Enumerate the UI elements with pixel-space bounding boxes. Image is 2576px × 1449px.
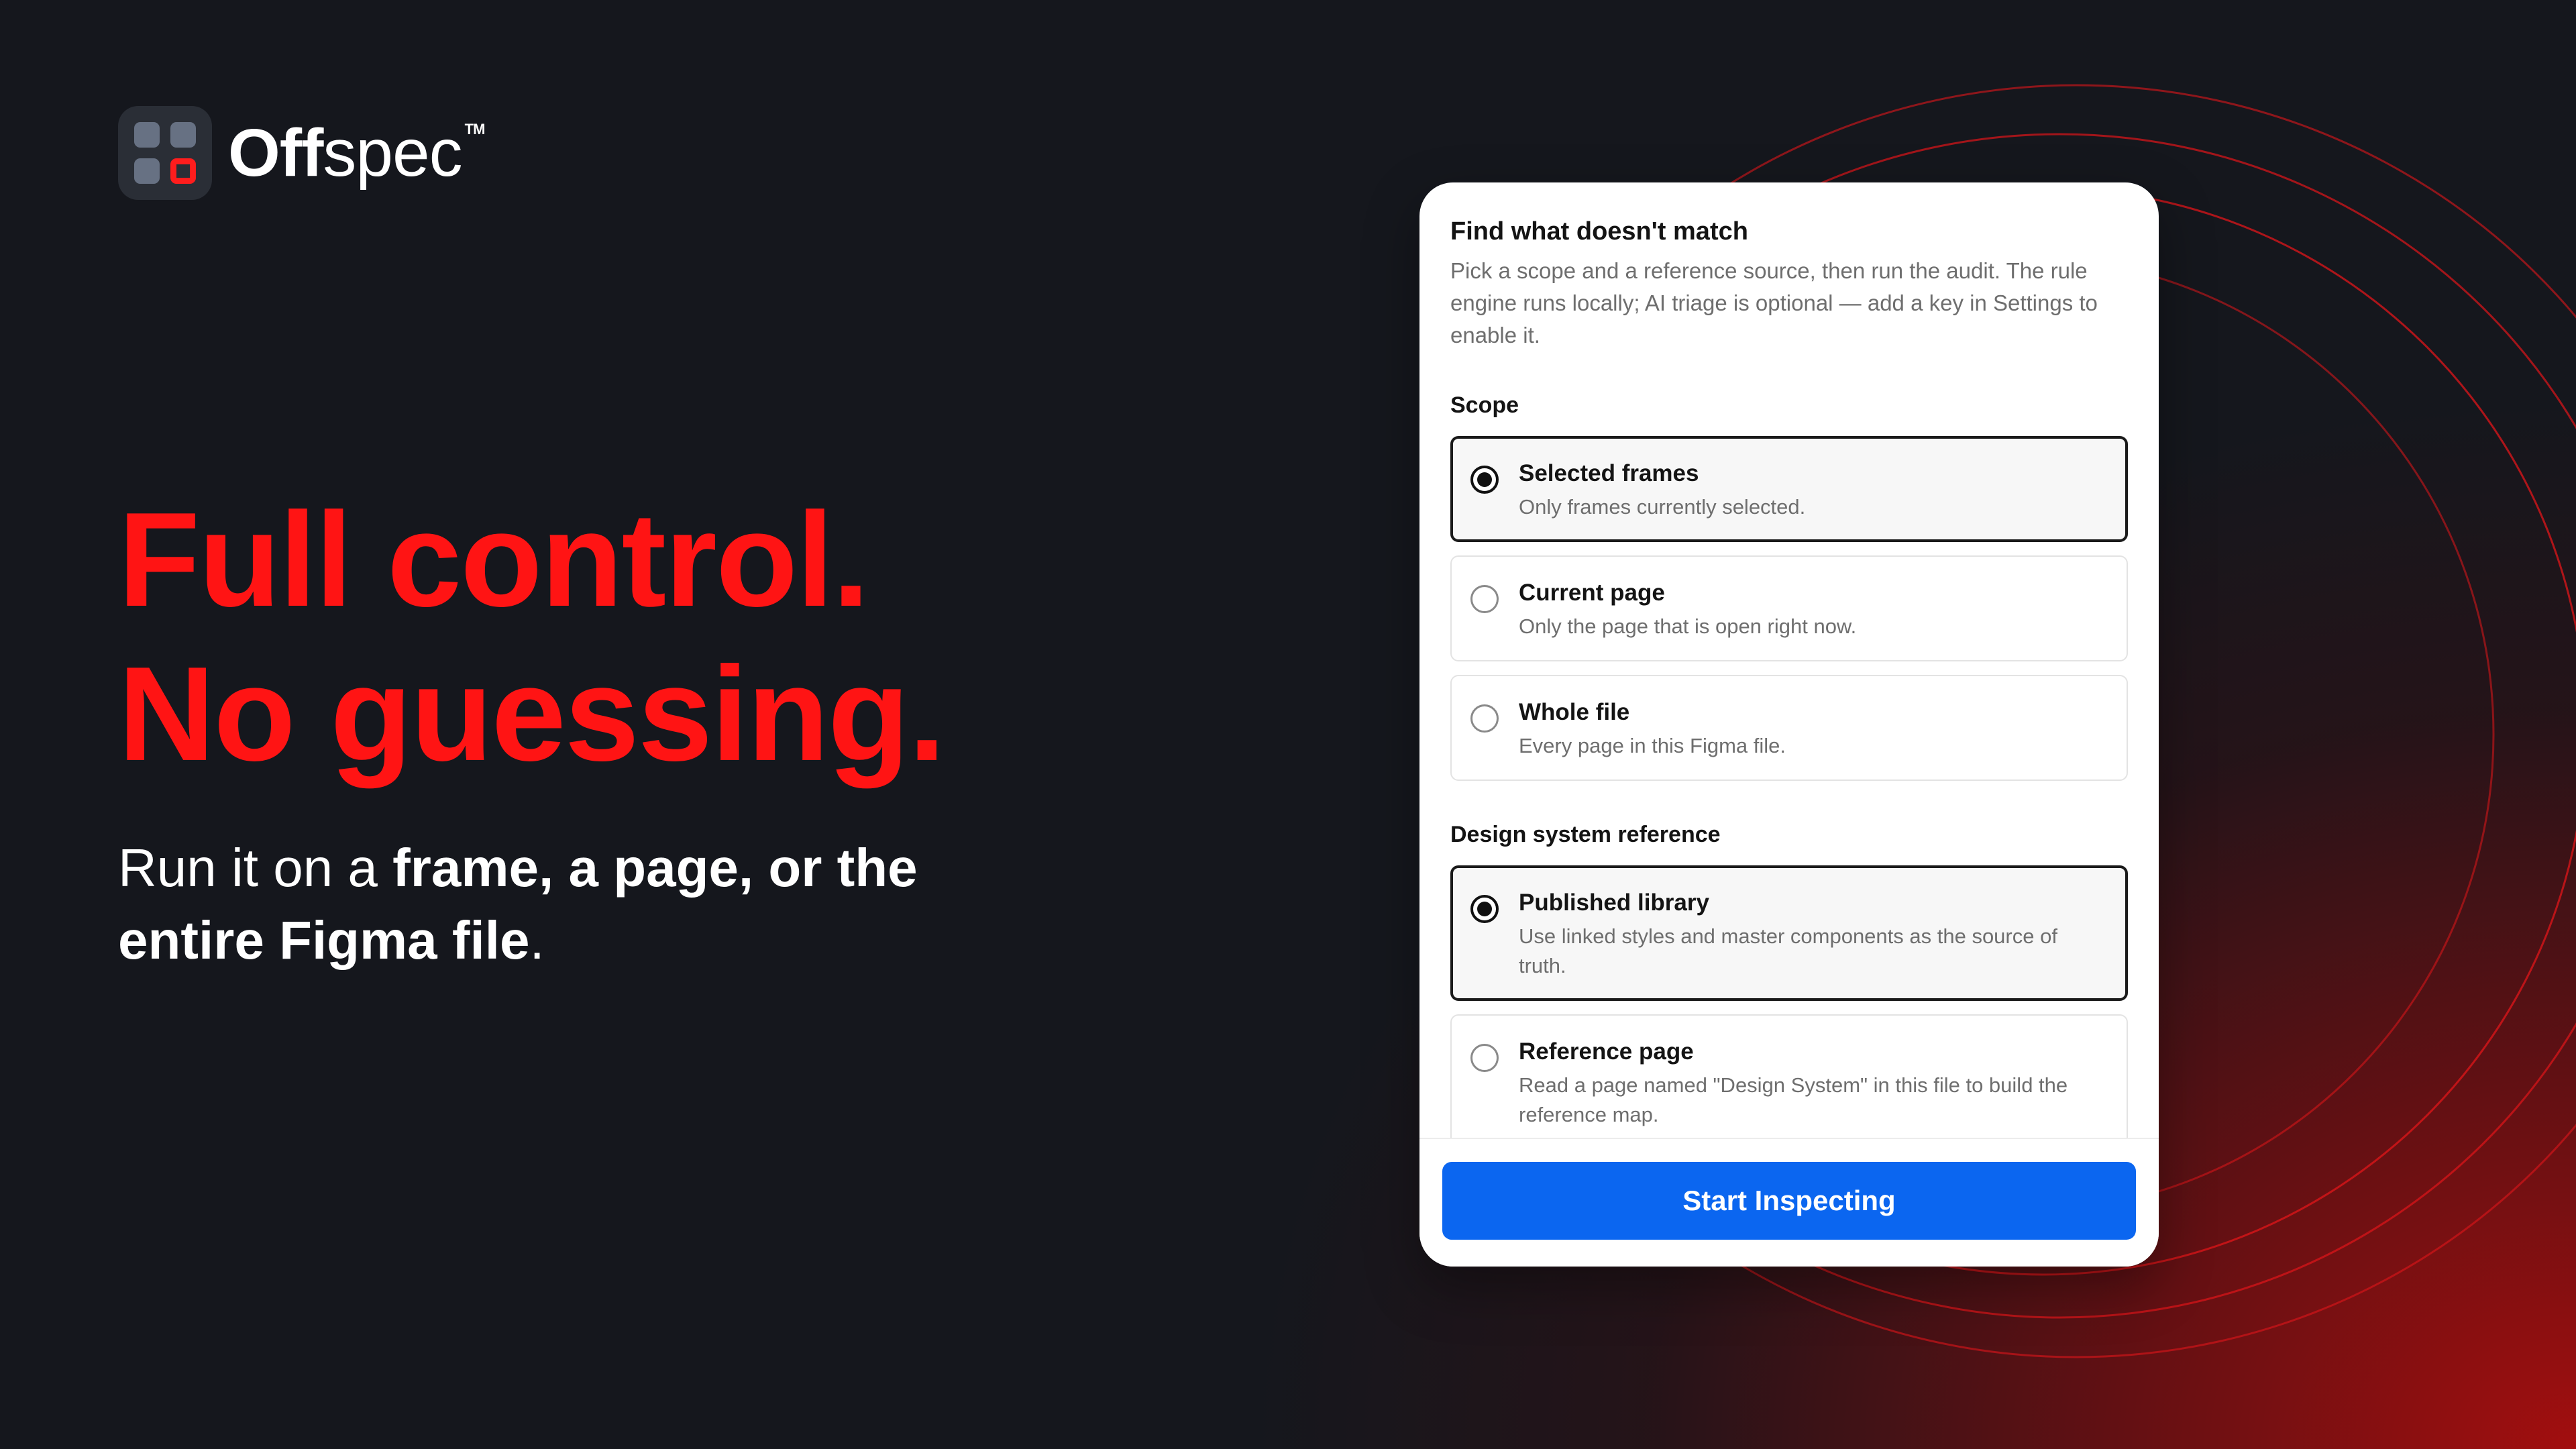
panel-scroll-area[interactable]: Find what doesn't match Pick a scope and…: [1450, 182, 2128, 1139]
radio-unchecked-icon[interactable]: [1470, 704, 1499, 733]
hero-subline: Run it on a frame, a page, or the entire…: [118, 832, 1044, 977]
option-title: Selected frames: [1519, 460, 1699, 486]
inspect-panel: Find what doesn't match Pick a scope and…: [1419, 182, 2159, 1267]
option-description: Only frames currently selected.: [1519, 495, 1806, 519]
option-title: Current page: [1519, 580, 1665, 606]
trademark-mark: TM: [464, 121, 486, 138]
brand-name-light: spec: [323, 115, 462, 191]
option-description: Read a page named "Design System" in thi…: [1519, 1073, 2068, 1126]
radio-checked-icon[interactable]: [1470, 466, 1499, 494]
radio-unchecked-icon[interactable]: [1470, 585, 1499, 613]
scope-option-current-page[interactable]: Current page Only the page that is open …: [1450, 555, 2128, 661]
scope-option-whole-file[interactable]: Whole file Every page in this Figma file…: [1450, 675, 2128, 781]
option-title: Published library: [1519, 890, 1709, 916]
reference-options: Published library Use linked styles and …: [1450, 865, 2128, 1139]
brand-name: Off spec TM: [228, 115, 486, 191]
scope-options: Selected frames Only frames currently se…: [1450, 436, 2128, 781]
reference-label: Design system reference: [1450, 822, 1721, 847]
panel-description: Pick a scope and a reference source, the…: [1450, 258, 2098, 347]
option-title: Whole file: [1519, 699, 1630, 725]
option-description: Every page in this Figma file.: [1519, 734, 1786, 757]
start-inspecting-button[interactable]: Start Inspecting: [1442, 1162, 2136, 1240]
panel-footer: Start Inspecting: [1419, 1138, 2159, 1267]
brand: Off spec TM: [118, 106, 486, 200]
scope-option-selected-frames[interactable]: Selected frames Only frames currently se…: [1450, 436, 2128, 542]
scope-label: Scope: [1450, 392, 1519, 418]
option-description: Use linked styles and master components …: [1519, 924, 2057, 977]
radio-checked-icon[interactable]: [1470, 895, 1499, 923]
reference-option-reference-page[interactable]: Reference page Read a page named "Design…: [1450, 1014, 2128, 1139]
panel-title: Find what doesn't match: [1450, 217, 1748, 246]
reference-option-published-library[interactable]: Published library Use linked styles and …: [1450, 865, 2128, 1001]
offspec-logo-icon: [118, 106, 212, 200]
radio-unchecked-icon[interactable]: [1470, 1044, 1499, 1072]
hero-headline: Full control. No guessing.: [118, 483, 946, 792]
headline-line-1: Full control.: [118, 485, 869, 635]
subline-prefix: Run it on a: [118, 838, 393, 898]
headline-line-2: No guessing.: [118, 639, 946, 789]
subline-suffix: .: [529, 910, 545, 970]
brand-name-bold: Off: [228, 115, 323, 191]
option-description: Only the page that is open right now.: [1519, 614, 1857, 638]
option-title: Reference page: [1519, 1038, 1694, 1065]
